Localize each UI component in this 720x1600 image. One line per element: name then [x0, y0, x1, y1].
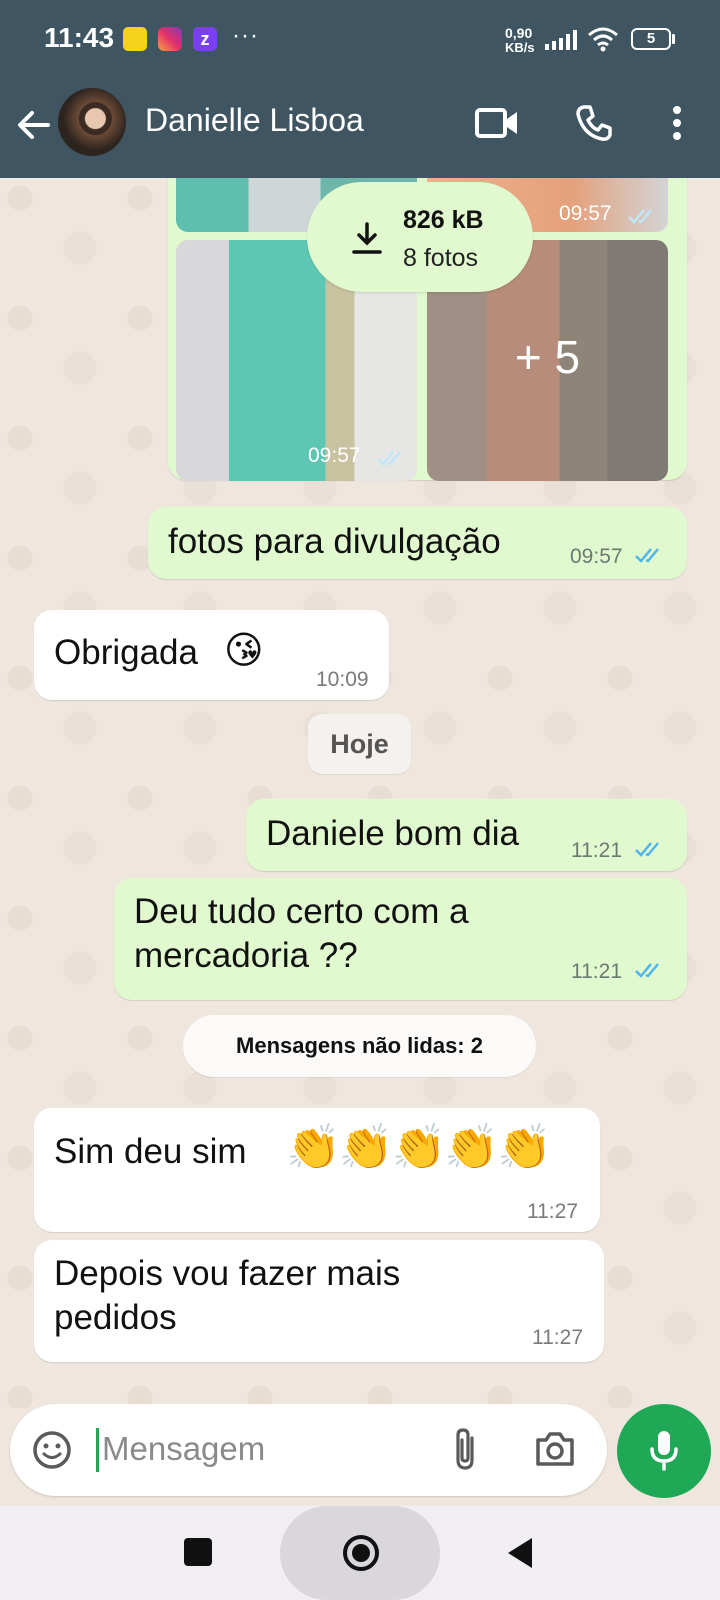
- download-count: 8 fotos: [403, 244, 479, 272]
- date-chip-label: Hoje: [330, 729, 389, 759]
- message-emoji: 😘: [224, 630, 264, 672]
- nav-recents-icon[interactable]: [184, 1538, 212, 1566]
- message-time: 09:57: [570, 545, 623, 568]
- download-icon: [352, 222, 382, 254]
- emoji-icon[interactable]: [32, 1430, 72, 1470]
- contact-name[interactable]: Danielle Lisboa: [145, 102, 364, 139]
- video-call-icon[interactable]: [475, 106, 519, 140]
- message-text: fotos para divulgação: [168, 522, 501, 561]
- status-bar: 11:43 z ··· 0,90 KB/s 5: [0, 0, 720, 80]
- net-speed-unit: KB/s: [505, 40, 535, 55]
- incoming-message[interactable]: Sim deu sim 👏👏👏👏👏 11:27: [34, 1108, 600, 1232]
- outgoing-message[interactable]: fotos para divulgação 09:57: [148, 507, 687, 579]
- unread-messages-chip: Mensagens não lidas: 2: [183, 1015, 536, 1077]
- camera-icon[interactable]: [534, 1430, 576, 1468]
- battery-tip: [672, 34, 675, 44]
- read-receipt-icon: [635, 548, 659, 563]
- outgoing-message[interactable]: Deu tudo certo com a mercadoria ?? 11:21: [114, 878, 687, 1000]
- instagram-icon: [158, 27, 182, 51]
- message-text-line2: pedidos: [54, 1298, 177, 1337]
- message-text: Daniele bom dia: [266, 814, 519, 853]
- read-receipt-icon: [635, 963, 659, 978]
- attach-icon[interactable]: [450, 1426, 480, 1472]
- app-z-icon: z: [193, 27, 217, 51]
- text-cursor: [96, 1428, 99, 1472]
- message-time: 11:27: [527, 1200, 578, 1223]
- net-speed-value: 0,90: [505, 25, 533, 41]
- message-time: 11:21: [571, 839, 622, 862]
- message-text: Sim deu sim: [54, 1132, 247, 1171]
- message-time: 10:09: [316, 668, 369, 691]
- message-input[interactable]: Mensagem: [102, 1430, 265, 1468]
- battery-icon: 5: [631, 28, 671, 50]
- message-time: 09:57: [559, 202, 612, 225]
- date-chip: Hoje: [308, 714, 411, 774]
- read-receipt-icon: [628, 209, 652, 224]
- mic-button[interactable]: [617, 1404, 711, 1498]
- read-receipt-icon: [377, 451, 401, 466]
- signal-icon: [545, 30, 577, 50]
- download-photos-button[interactable]: 826 kB 8 fotos: [307, 182, 533, 292]
- phone-icon[interactable]: [575, 104, 613, 142]
- more-photos-count: + 5: [514, 331, 581, 383]
- incoming-message[interactable]: Obrigada 😘 10:09: [34, 610, 389, 700]
- message-time: 11:27: [532, 1326, 583, 1349]
- read-receipt-icon: [635, 842, 659, 857]
- message-time: 09:57: [308, 444, 361, 467]
- more-vert-icon[interactable]: [670, 104, 684, 142]
- message-composer: Mensagem: [10, 1404, 607, 1496]
- message-text-line1: Deu tudo certo com a: [134, 892, 469, 931]
- wifi-icon: [588, 27, 618, 52]
- system-navigation-bar: [0, 1506, 720, 1600]
- nav-home-icon: [343, 1535, 379, 1571]
- message-text-line2: mercadoria ??: [134, 936, 358, 975]
- message-emoji: 👏👏👏👏👏: [286, 1123, 552, 1172]
- nav-back-icon[interactable]: [506, 1536, 536, 1570]
- mic-icon: [650, 1431, 678, 1471]
- download-size: 826 kB: [403, 206, 484, 234]
- message-text-line1: Depois vou fazer mais: [54, 1254, 401, 1293]
- battery-level: 5: [646, 30, 656, 47]
- status-time: 11:43: [44, 22, 115, 53]
- outgoing-message[interactable]: Daniele bom dia 11:21: [246, 799, 687, 871]
- notification-app-icon: [123, 27, 147, 51]
- message-time: 11:21: [571, 960, 622, 983]
- nav-home-button[interactable]: [280, 1506, 440, 1600]
- avatar[interactable]: [58, 88, 126, 156]
- chat-header: Danielle Lisboa: [0, 80, 720, 178]
- chat-area[interactable]: 09:57 09:57 + 5 826 kB 8 fotos fotos par…: [0, 178, 720, 1408]
- more-notifications-icon: ···: [232, 22, 259, 49]
- message-text: Obrigada: [54, 633, 198, 672]
- incoming-message[interactable]: Depois vou fazer mais pedidos 11:27: [34, 1240, 604, 1362]
- unread-messages-label: Mensagens não lidas: 2: [236, 1033, 483, 1058]
- back-arrow-icon[interactable]: [16, 107, 52, 143]
